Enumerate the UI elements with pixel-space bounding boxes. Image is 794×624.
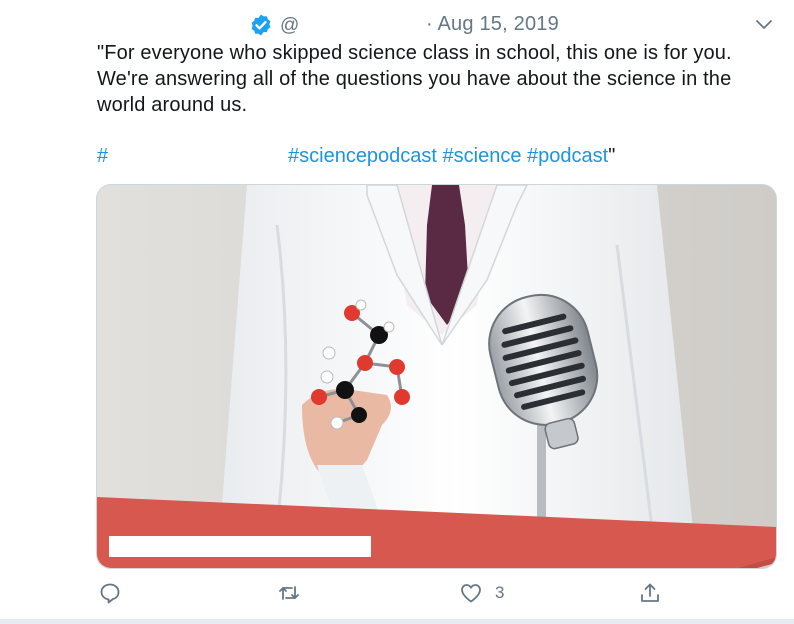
chevron-down-icon[interactable] (754, 17, 774, 33)
hashtag-sciencepodcast[interactable]: #sciencepodcast (288, 145, 437, 167)
reply-icon (100, 583, 120, 604)
tweet-actions: 3 (0, 580, 794, 610)
hashtag-science[interactable]: #science (443, 145, 522, 167)
verified-badge-icon (251, 14, 271, 36)
feed-divider (0, 619, 794, 624)
hashtag-link[interactable]: # (97, 145, 108, 168)
hashtag-group: #sciencepodcast #science #podcast" (288, 145, 615, 168)
retweet-icon (279, 586, 299, 600)
retweet-button[interactable] (277, 580, 301, 606)
reply-button[interactable] (98, 580, 122, 606)
media-caption-bar (109, 536, 371, 557)
tweet-header: @ · Aug 15, 2019 (0, 12, 794, 38)
share-button[interactable] (638, 580, 662, 606)
heart-icon (461, 584, 481, 603)
closing-quote: " (608, 145, 616, 167)
like-button[interactable]: 3 (459, 580, 504, 606)
scientist-podcast-illustration (97, 185, 776, 568)
share-icon (641, 583, 659, 602)
user-handle[interactable]: @ (280, 15, 299, 37)
tweet-date[interactable]: · Aug 15, 2019 (426, 13, 559, 36)
like-count: 3 (495, 583, 505, 602)
tweet-media-image[interactable] (96, 184, 777, 569)
hashtag-line: # #sciencepodcast #science #podcast" (0, 145, 794, 171)
hashtag-podcast[interactable]: #podcast (527, 145, 608, 167)
tweet-text: "For everyone who skipped science class … (97, 42, 732, 116)
